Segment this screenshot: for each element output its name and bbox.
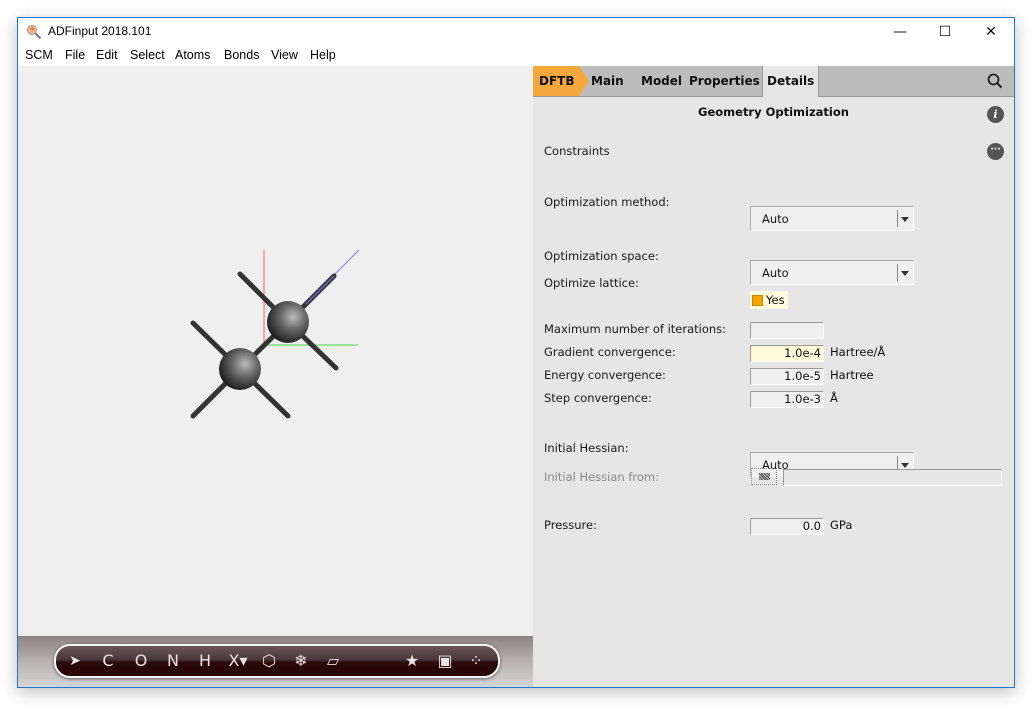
chevron-down-icon: [901, 463, 909, 468]
tab-main[interactable]: Main: [591, 66, 624, 96]
energy-convergence-input[interactable]: 1.0e-5: [750, 368, 824, 385]
gradient-convergence-input[interactable]: 1.0e-4: [750, 345, 824, 362]
gradient-convergence-label: Gradient convergence:: [544, 345, 676, 359]
step-convergence-label: Step convergence:: [544, 391, 652, 405]
title-bar: ADFinput 2018.101 — ☐ ✕: [18, 18, 1014, 46]
optimization-method-value: Auto: [762, 212, 789, 226]
ring-icon[interactable]: ⬡: [258, 651, 280, 671]
menu-help[interactable]: Help: [310, 48, 336, 62]
app-logo-icon: [27, 25, 42, 40]
molecule-toolbar: ➤ C O N H X▾ ⬡ ❄ ▱ ★ ▣ ⁘: [54, 644, 500, 678]
more-options-icon[interactable]: ···: [987, 143, 1004, 160]
select-separator: [897, 210, 898, 227]
max-iterations-input[interactable]: [750, 322, 824, 339]
app-window: ADFinput 2018.101 — ☐ ✕ SCM File Edit Se…: [17, 17, 1015, 688]
other-element-button[interactable]: X▾: [224, 651, 252, 671]
menu-edit[interactable]: Edit: [96, 48, 118, 62]
initial-hessian-label: Initial Hessian:: [544, 441, 629, 455]
energy-convergence-unit: Hartree: [830, 368, 874, 382]
tab-dftb[interactable]: DFTB: [533, 66, 579, 96]
snowflake-icon[interactable]: ❄: [290, 651, 312, 671]
close-icon: ✕: [985, 24, 997, 40]
molecule-viewport[interactable]: ➤ C O N H X▾ ⬡ ❄ ▱ ★ ▣ ⁘: [18, 66, 533, 687]
optimize-lattice-value: Yes: [766, 293, 785, 307]
info-icon[interactable]: i: [987, 106, 1004, 123]
nitrogen-button[interactable]: N: [162, 651, 184, 671]
initial-hessian-from-label: Initial Hessian from:: [544, 470, 660, 484]
tab-model[interactable]: Model: [641, 66, 682, 96]
energy-convergence-label: Energy convergence:: [544, 368, 666, 382]
star-icon[interactable]: ★: [401, 651, 423, 671]
maximize-icon: ☐: [938, 24, 952, 40]
carbon-button[interactable]: C: [97, 651, 119, 671]
window-title: ADFinput 2018.101: [48, 24, 152, 38]
minimize-button[interactable]: —: [877, 18, 923, 46]
settings-panel: DFTB Main Model Properties Details Geome…: [533, 66, 1014, 687]
optimization-method-select[interactable]: Auto: [750, 206, 914, 231]
oxygen-button[interactable]: O: [130, 651, 152, 671]
folder-icon: [759, 473, 770, 480]
optimization-space-select[interactable]: Auto: [750, 260, 914, 285]
browse-file-button[interactable]: [751, 468, 777, 485]
pressure-label: Pressure:: [544, 518, 597, 532]
crystal-icon[interactable]: ▣: [434, 651, 456, 671]
tab-details[interactable]: Details: [762, 66, 820, 97]
optimization-space-value: Auto: [762, 266, 789, 280]
optimization-space-label: Optimization space:: [544, 249, 659, 263]
carbon-atom[interactable]: [219, 348, 261, 390]
select-arrow-icon[interactable]: ➤: [64, 651, 86, 671]
carbon-atom[interactable]: [267, 301, 309, 343]
tab-dftb-arrow: [579, 66, 589, 96]
step-convergence-unit: Å: [830, 391, 838, 405]
max-iterations-label: Maximum number of iterations:: [544, 322, 727, 336]
gradient-convergence-unit: Hartree/Å: [830, 345, 886, 359]
close-button[interactable]: ✕: [968, 18, 1014, 46]
menu-view[interactable]: View: [271, 48, 298, 62]
tab-bar: DFTB Main Model Properties Details: [533, 66, 1014, 97]
molecules-icon[interactable]: ⁘: [465, 651, 487, 671]
constraints-label: Constraints: [544, 144, 610, 158]
initial-hessian-from-input[interactable]: [783, 469, 1002, 486]
optimization-method-label: Optimization method:: [544, 195, 670, 209]
maximize-button[interactable]: ☐: [922, 18, 968, 46]
menu-bar: SCM File Edit Select Atoms Bonds View He…: [18, 46, 1014, 66]
pressure-unit: GPa: [830, 518, 853, 532]
z-axis-highlight: [305, 275, 335, 305]
menu-file[interactable]: File: [65, 48, 85, 62]
minimize-icon: —: [893, 24, 907, 40]
optimize-lattice-checkbox[interactable]: Yes: [750, 291, 788, 309]
search-icon[interactable]: [987, 73, 1003, 89]
step-convergence-input[interactable]: 1.0e-3: [750, 391, 824, 408]
molecule-canvas[interactable]: [18, 66, 533, 636]
menu-bonds[interactable]: Bonds: [224, 48, 259, 62]
tab-properties[interactable]: Properties: [689, 66, 760, 96]
menu-scm[interactable]: SCM: [25, 48, 53, 62]
chevron-down-icon: [901, 217, 909, 222]
checkbox-indicator: [752, 295, 763, 306]
plane-icon[interactable]: ▱: [322, 651, 344, 671]
pressure-input[interactable]: 0.0: [750, 518, 824, 535]
chevron-down-icon: [901, 271, 909, 276]
hydrogen-button[interactable]: H: [194, 651, 216, 671]
select-separator: [897, 264, 898, 281]
section-title: Geometry Optimization: [698, 105, 849, 119]
menu-atoms[interactable]: Atoms: [175, 48, 210, 62]
menu-select[interactable]: Select: [130, 48, 165, 62]
optimize-lattice-label: Optimize lattice:: [544, 276, 639, 290]
